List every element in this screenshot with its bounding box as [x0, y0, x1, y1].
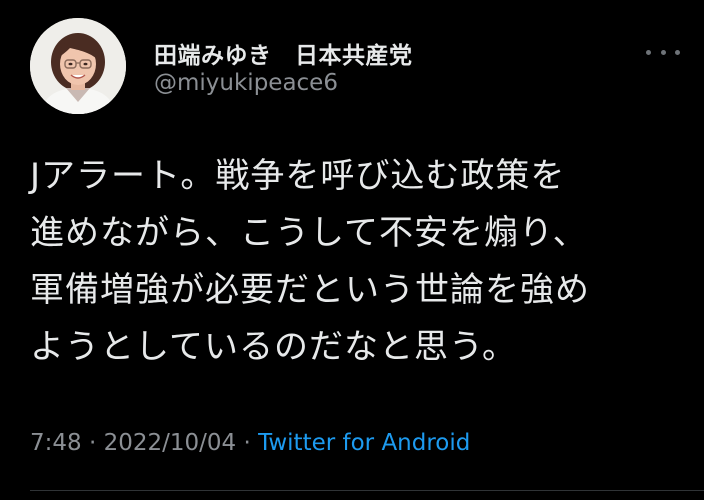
tweet-header: 田端みゆき 日本共産党 @miyukipeace6	[30, 16, 680, 116]
more-dot	[660, 49, 666, 55]
more-dot	[675, 49, 680, 55]
tweet-text-line: 進めながら、こうして不安を煽り、	[30, 213, 588, 253]
tweet-text-line: ようとしているのだなと思う。	[30, 327, 517, 367]
meta-separator: ·	[81, 430, 104, 456]
tweet: 田端みゆき 日本共産党 @miyukipeace6 Jアラート。戦争を呼び込む政…	[0, 0, 704, 500]
user-handle[interactable]: @miyukipeace6	[154, 70, 338, 96]
display-name[interactable]: 田端みゆき 日本共産党	[154, 36, 413, 70]
tweet-text-line: 軍備増強が必要だという世論を強め	[30, 270, 590, 310]
tweet-meta: 7:48 · 2022/10/04 · Twitter for Android	[30, 430, 470, 456]
tweet-text-line: Jアラート。戦争を呼び込む政策を	[30, 156, 566, 196]
tweet-source-link[interactable]: Twitter for Android	[258, 430, 470, 456]
more-horizontal-icon[interactable]	[646, 44, 680, 60]
avatar[interactable]	[30, 18, 126, 114]
tweet-text: Jアラート。戦争を呼び込む政策を 進めながら、こうして不安を煽り、 軍備増強が必…	[30, 148, 680, 376]
meta-separator: ·	[236, 430, 259, 456]
tweet-date[interactable]: 2022/10/04	[104, 430, 237, 456]
avatar-photo	[30, 18, 126, 114]
more-dot	[646, 49, 651, 55]
divider	[30, 490, 704, 491]
tweet-time[interactable]: 7:48	[30, 430, 82, 456]
